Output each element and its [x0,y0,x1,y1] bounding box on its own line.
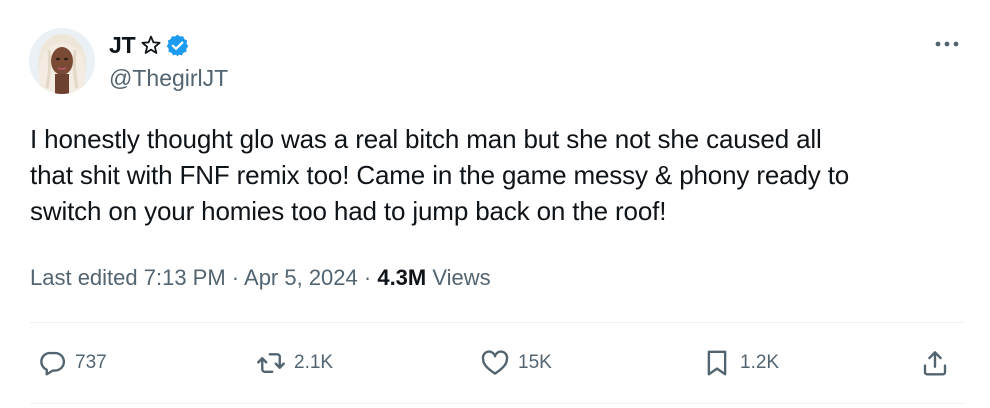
last-edited-timestamp[interactable]: Last edited 7:13 PM · Apr 5, 2024 · [30,265,377,290]
user-handle[interactable]: @ThegirlJT [109,64,228,92]
views-count: 4.3M [377,265,427,290]
tweet-metadata: Last edited 7:13 PM · Apr 5, 2024 · 4.3M… [30,263,491,293]
reply-button[interactable]: 737 [37,341,107,385]
action-bar: 737 2.1K 15K 1.2K [0,341,990,385]
divider [30,403,965,404]
verified-badge-icon[interactable] [165,33,190,58]
repost-button[interactable]: 2.1K [256,341,333,385]
bookmark-count: 1.2K [740,352,780,373]
reply-count: 737 [75,352,107,373]
tweet-card: JT @ThegirlJT I honestly thought glo was… [0,0,990,408]
like-count: 15K [518,352,552,373]
share-button[interactable] [920,341,950,385]
bookmark-button[interactable]: 1.2K [702,341,779,385]
repost-arrows-icon [256,348,286,378]
more-horizontal-icon [935,41,959,47]
more-options-button[interactable] [930,30,964,58]
avatar[interactable] [29,28,95,94]
like-button[interactable]: 15K [480,341,552,385]
star-outline-icon [140,34,162,56]
tweet-text: I honestly thought glo was a real bitch … [30,124,850,226]
heart-icon [480,348,510,378]
divider [30,322,965,323]
display-name[interactable]: JT [109,31,136,59]
share-upload-icon [920,348,950,378]
name-row: JT [109,31,190,59]
reply-bubble-icon [37,348,67,378]
views-label: Views [426,265,491,290]
avatar-image [29,28,95,94]
bookmark-icon [702,348,732,378]
repost-count: 2.1K [294,352,334,373]
